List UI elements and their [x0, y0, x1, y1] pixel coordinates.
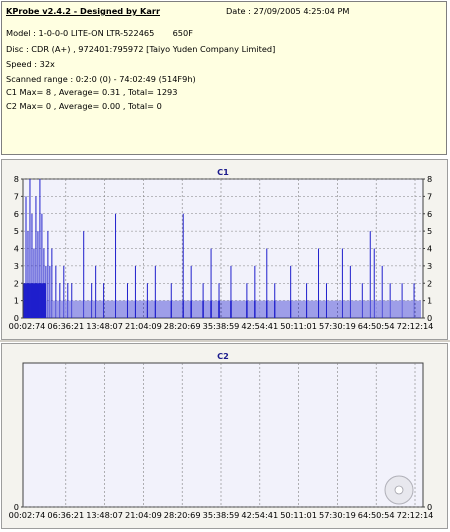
x-tick-label: 13:48:07: [86, 510, 123, 520]
x-tick-label: 00:02:74: [9, 321, 46, 331]
x-tick-label: 72:12:14: [397, 510, 434, 520]
x-tick-label: 00:02:74: [9, 510, 46, 520]
panel-divider: [0, 340, 450, 342]
info-panel: KProbe v2.4.2 - Designed by Karr Date : …: [1, 1, 447, 155]
c2-chart-panel: C2 0 0 00:02:74 06:36:21 13:48:07 21:04:09 28:2…: [1, 343, 448, 529]
y-tick-label-left: 4: [14, 244, 19, 254]
x-tick-label: 72:12:14: [397, 321, 434, 331]
y-tick-label-left: 3: [14, 261, 19, 271]
y-tick-label-right: 7: [427, 191, 432, 201]
disc-icon: [384, 475, 414, 505]
y-tick-label-right: 6: [427, 209, 432, 219]
c2-chart: C20 000:02:74 06:36:21 13:48:07 21:04:09 28:2…: [9, 351, 434, 520]
x-tick-label: 42:54:41: [241, 321, 278, 331]
y-tick-label-left: 1: [14, 296, 19, 306]
x-tick-label: 42:54:41: [241, 510, 278, 520]
c1-chart: C10 01 12 23 34 45 56 67 78 800:02:74 06:36:21 13:4…: [9, 167, 434, 331]
chart-title: C2: [217, 351, 229, 361]
y-tick-label-right: 3: [427, 261, 432, 271]
y-tick-label-right: 8: [427, 174, 432, 184]
y-tick-label-left: 8: [14, 174, 19, 184]
x-tick-label: 06:36:21: [47, 510, 84, 520]
x-tick-label: 35:38:59: [203, 321, 240, 331]
y-tick-label-right: 2: [427, 278, 432, 288]
disc-info: Disc : CDR (A+) , 972401:795972 [Taiyo Y…: [6, 44, 276, 54]
x-tick-label: 57:30:19: [319, 321, 356, 331]
c1-chart-panel: C1 0 0 1 1 2 2 3 3 4 4 5 5 6 6 7 7 8 8 00:02:74 06:36:21 13:4…: [1, 159, 448, 340]
x-tick-label: 50:11:01: [280, 321, 317, 331]
disc-hole: [394, 485, 404, 495]
y-tick-label-right: 4: [427, 244, 432, 254]
x-tick-label: 64:50:54: [358, 510, 395, 520]
x-tick-label: 28:20:69: [164, 510, 201, 520]
c1-summary: C1 Max= 8 , Average= 0.31 , Total= 1293: [6, 87, 178, 97]
app-title: KProbe v2.4.2 - Designed by Karr: [6, 6, 160, 16]
x-tick-label: 50:11:01: [280, 510, 317, 520]
y-tick-label-right: 1: [427, 296, 432, 306]
x-tick-label: 35:38:59: [203, 510, 240, 520]
chart-title: C1: [217, 167, 229, 177]
plot-area: [22, 362, 424, 508]
x-tick-label: 28:20:69: [164, 321, 201, 331]
x-tick-label: 21:04:09: [125, 510, 162, 520]
y-tick-label-left: 7: [14, 191, 19, 201]
y-tick-label-right: 5: [427, 226, 432, 236]
y-tick-label-left: 5: [14, 226, 19, 236]
scanned-range: Scanned range : 0:2:0 (0) - 74:02:49 (51…: [6, 74, 196, 84]
x-tick-label: 06:36:21: [47, 321, 84, 331]
scan-speed: Speed : 32x: [6, 59, 55, 69]
y-tick-label-left: 2: [14, 278, 19, 288]
x-tick-label: 21:04:09: [125, 321, 162, 331]
y-tick-label-left: 6: [14, 209, 19, 219]
scan-date: Date : 27/09/2005 4:25:04 PM: [226, 6, 350, 16]
x-tick-label: 13:48:07: [86, 321, 123, 331]
c2-summary: C2 Max= 0 , Average= 0.00 , Total= 0: [6, 101, 162, 111]
x-tick-label: 64:50:54: [358, 321, 395, 331]
x-tick-label: 57:30:19: [319, 510, 356, 520]
drive-model: Model : 1-0-0-0 LITE-ON LTR-522465 650F: [6, 28, 193, 38]
